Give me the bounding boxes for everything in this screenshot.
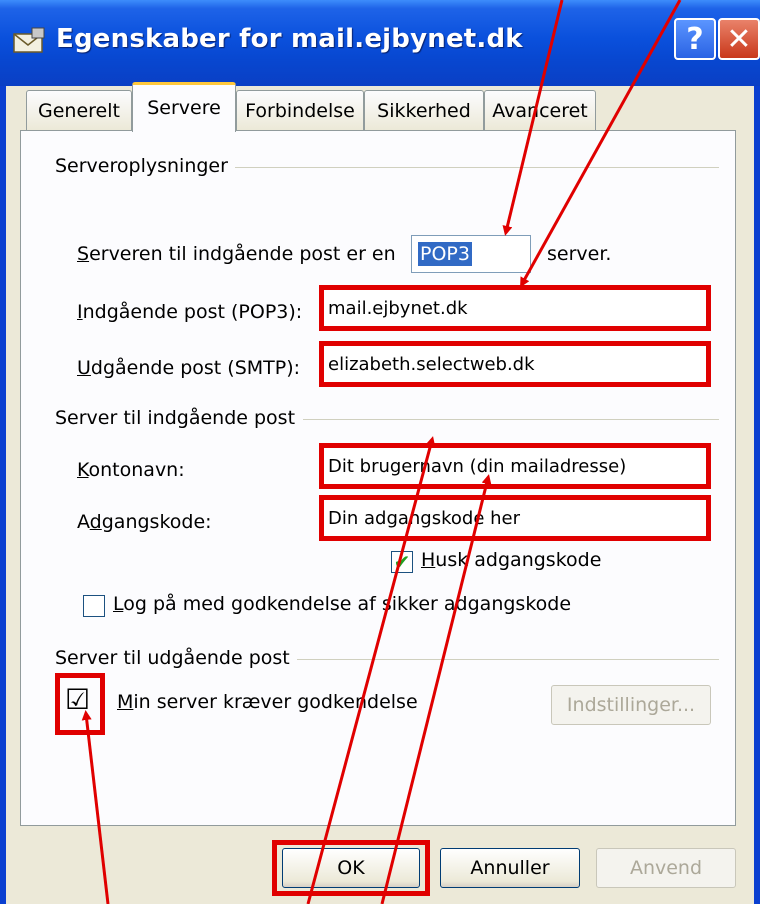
secure-password-auth-checkbox[interactable] [83, 595, 105, 617]
password-label: Adgangskode: [77, 511, 212, 533]
incoming-type-suffix: server. [547, 243, 612, 265]
settings-button[interactable]: Indstillinger... [551, 685, 711, 725]
tab-forbindelse[interactable]: Forbindelse [236, 90, 364, 130]
outgoing-server-input[interactable]: elizabeth.selectweb.dk [319, 341, 711, 387]
incoming-server-label: Indgående post (POP3): [77, 301, 303, 323]
checkmark-icon: ✔ [393, 550, 411, 574]
tab-generelt[interactable]: Generelt [26, 90, 132, 130]
remember-password-checkbox[interactable]: ✔ [391, 551, 413, 573]
server-info-group-label: Serveroplysninger [55, 155, 228, 177]
help-button[interactable]: ? [674, 18, 716, 60]
outgoing-server-group-label: Server til udgående post [55, 647, 290, 669]
ok-button[interactable]: OK [282, 848, 420, 888]
tab-sikkerhed[interactable]: Sikkerhed [364, 90, 484, 130]
title-bar[interactable]: Egenskaber for mail.ejbynet.dk ? ✕ [0, 0, 760, 86]
mail-account-icon [13, 27, 45, 53]
tab-avanceret[interactable]: Avanceret [484, 90, 596, 130]
account-name-label: Kontonavn: [77, 459, 185, 481]
group-divider [303, 419, 719, 420]
incoming-server-group-label: Server til indgående post [55, 407, 296, 429]
tab-servere[interactable]: Servere [132, 82, 236, 132]
close-button[interactable]: ✕ [718, 18, 760, 60]
outgoing-server-label: Udgående post (SMTP): [77, 357, 301, 379]
account-name-input[interactable]: Dit brugernavn (din mailadresse) [319, 443, 711, 489]
incoming-type-label: Serveren til indgående post er en [77, 243, 396, 265]
group-divider [235, 167, 719, 168]
apply-button[interactable]: Anvend [596, 848, 736, 888]
incoming-server-input[interactable]: mail.ejbynet.dk [319, 285, 711, 331]
window-title: Egenskaber for mail.ejbynet.dk [56, 24, 523, 54]
remember-password-label: Husk adgangskode [421, 549, 602, 571]
incoming-server-type-field[interactable]: POP3 [411, 235, 531, 273]
properties-dialog: Egenskaber for mail.ejbynet.dk ? ✕ Gener… [0, 0, 760, 904]
incoming-server-type-value: POP3 [418, 242, 472, 266]
dialog-client-area: Generelt Servere Forbindelse Sikkerhed A… [6, 82, 754, 904]
group-divider [297, 659, 719, 660]
cancel-button[interactable]: Annuller [440, 848, 580, 888]
secure-password-auth-label: Log på med godkendelse af sikker adgangs… [113, 593, 572, 615]
outgoing-auth-checkbox[interactable]: ☑ [65, 685, 90, 715]
password-input[interactable]: Din adgangskode her [319, 495, 711, 541]
servers-tab-panel: Serveroplysninger Serveren til indgående… [20, 130, 736, 826]
outgoing-auth-label: Min server kræver godkendelse [117, 691, 418, 713]
